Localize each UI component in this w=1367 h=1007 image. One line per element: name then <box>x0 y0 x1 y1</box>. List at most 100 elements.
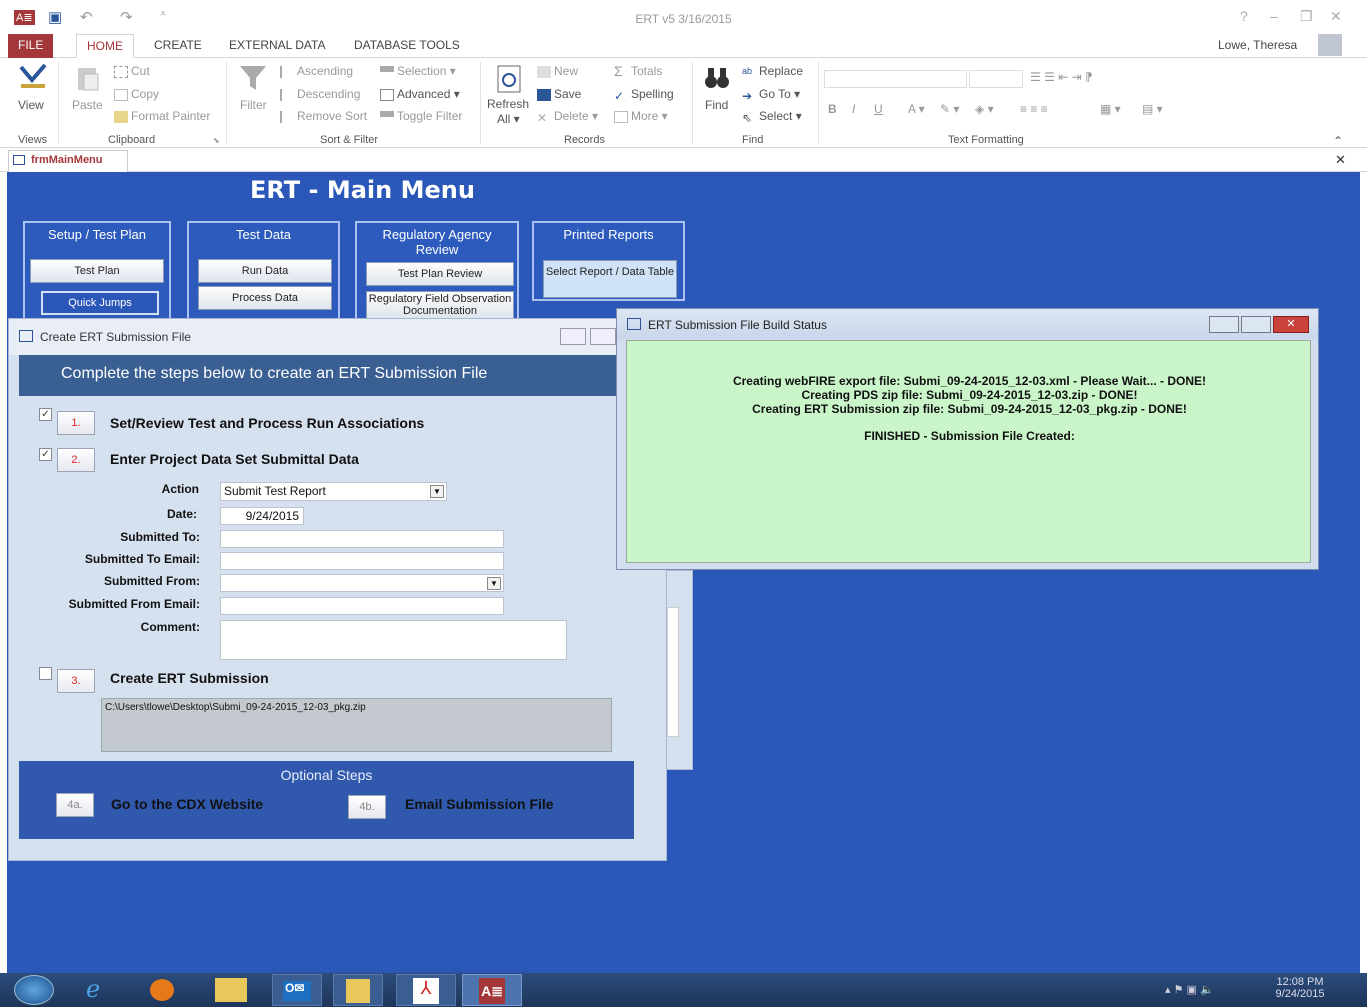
select-report-button[interactable]: Select Report / Data Table <box>543 260 677 298</box>
file-explorer-icon[interactable] <box>215 978 247 1002</box>
start-button-icon[interactable] <box>14 975 54 1005</box>
internet-explorer-icon[interactable]: ℯ <box>86 975 100 1004</box>
step2-checkbox[interactable]: ✓ <box>39 448 52 461</box>
status-line-1: Creating webFIRE export file: Submi_09-2… <box>732 374 1207 388</box>
status-close-icon[interactable]: ✕ <box>1273 316 1309 333</box>
step1-button[interactable]: 1. <box>57 411 95 435</box>
media-player-icon[interactable] <box>150 979 174 1001</box>
outlook-icon: O✉ <box>283 981 311 1001</box>
regulatory-field-observation-button[interactable]: Regulatory Field Observation Documentati… <box>366 291 514 319</box>
document-tab-bar: frmMainMenu ✕ <box>0 148 1367 172</box>
step2-button[interactable]: 2. <box>57 448 95 472</box>
comment-field[interactable] <box>220 620 567 660</box>
font-name-box[interactable] <box>824 70 967 88</box>
tab-home[interactable]: HOME <box>76 34 134 58</box>
descending-button[interactable]: Descending <box>280 87 360 101</box>
tab-database-tools[interactable]: DATABASE TOOLS <box>344 34 470 58</box>
form-icon <box>19 330 33 342</box>
date-field[interactable]: 9/24/2015 <box>220 507 304 525</box>
go-to-button[interactable]: ➔ Go To ▾ <box>742 87 800 103</box>
status-minimize-icon[interactable] <box>1209 316 1239 333</box>
acrobat-icon: ⅄ <box>413 978 439 1004</box>
status-restore-icon[interactable] <box>1241 316 1271 333</box>
paste-button[interactable]: Paste <box>72 98 103 112</box>
group-sort-filter-label: Sort & Filter <box>320 134 379 146</box>
delete-record-button[interactable]: ✕ Delete ▾ <box>537 109 598 125</box>
submitted-to-email-field[interactable] <box>220 552 504 570</box>
submitted-from-email-field[interactable] <box>220 597 504 615</box>
submitted-to-field[interactable] <box>220 530 504 548</box>
step4b-button[interactable]: 4b. <box>348 795 386 819</box>
dialog-restore-icon[interactable] <box>590 328 616 345</box>
fill-color-icon[interactable]: ◈ ▾ <box>975 102 994 116</box>
access-taskbar-button[interactable]: A≣ <box>462 974 522 1006</box>
format-painter-button[interactable]: Format Painter <box>114 109 210 123</box>
more-button[interactable]: More ▾ <box>614 109 668 123</box>
bold-icon[interactable]: B <box>828 102 837 116</box>
clipboard-launcher-icon[interactable]: ⬊ <box>213 136 220 145</box>
step3-button[interactable]: 3. <box>57 669 95 693</box>
tray-icons[interactable]: ▴ ⚑ ▣ 🔈 <box>1165 983 1214 996</box>
submitted-from-select[interactable]: ▼ <box>220 574 504 592</box>
db-taskbar-button[interactable] <box>333 974 383 1006</box>
toggle-filter-button[interactable]: Toggle Filter <box>380 109 462 123</box>
process-data-button[interactable]: Process Data <box>198 286 332 310</box>
test-plan-review-button[interactable]: Test Plan Review <box>366 262 514 286</box>
collapse-ribbon-icon[interactable]: ⌃ <box>1333 134 1343 148</box>
step3-checkbox[interactable] <box>39 667 52 680</box>
advanced-button[interactable]: Advanced ▾ <box>380 87 460 101</box>
tab-create[interactable]: CREATE <box>144 34 212 58</box>
cut-button[interactable]: Cut <box>114 64 150 78</box>
align-icons[interactable]: ≡ ≡ ≡ <box>1020 102 1048 116</box>
restore-icon[interactable]: ❐ <box>1300 8 1313 25</box>
totals-button[interactable]: Σ Totals <box>614 64 662 78</box>
close-form-icon[interactable]: ✕ <box>1335 152 1346 168</box>
tab-file[interactable]: FILE <box>8 34 54 58</box>
view-button[interactable]: View <box>18 98 44 112</box>
italic-icon[interactable]: I <box>852 102 855 116</box>
gridlines-icon[interactable]: ▦ ▾ <box>1100 102 1121 116</box>
find-button[interactable]: Find <box>705 98 728 112</box>
spelling-button[interactable]: ✓ Spelling <box>614 87 674 103</box>
highlight-icon[interactable]: ✎ ▾ <box>940 102 959 116</box>
step4a-button[interactable]: 4a. <box>56 793 94 817</box>
quick-jumps-button[interactable]: Quick Jumps <box>41 291 159 315</box>
panel-setup: Setup / Test Plan Test Plan Quick Jumps <box>23 221 171 321</box>
copy-button[interactable]: Copy <box>114 87 159 101</box>
remove-sort-icon <box>280 110 294 123</box>
save-record-button[interactable]: Save <box>537 87 581 101</box>
replace-button[interactable]: ab Replace <box>742 64 803 78</box>
outlook-taskbar-button[interactable]: O✉ <box>272 974 322 1006</box>
subform-scrollbar[interactable] <box>667 607 679 737</box>
select-button[interactable]: ⇖ Select ▾ <box>742 109 802 125</box>
taskbar-clock[interactable]: 12:08 PM 9/24/2015 <box>1268 976 1332 1000</box>
minimize-icon[interactable]: – <box>1270 8 1278 24</box>
submission-path-field[interactable]: C:\Users\tlowe\Desktop\Submi_09-24-2015_… <box>101 698 612 752</box>
run-data-button[interactable]: Run Data <box>198 259 332 283</box>
new-record-button[interactable]: New <box>537 64 578 78</box>
tab-frmmainmenu[interactable]: frmMainMenu <box>8 150 128 172</box>
test-plan-button[interactable]: Test Plan <box>30 259 164 283</box>
close-icon[interactable]: ✕ <box>1330 8 1342 25</box>
dialog-minimize-icon[interactable] <box>560 328 586 345</box>
filter-button[interactable]: Filter <box>240 98 267 112</box>
selection-button[interactable]: Selection ▾ <box>380 64 456 78</box>
font-size-box[interactable] <box>969 70 1023 88</box>
panel-setup-header: Setup / Test Plan <box>47 227 147 242</box>
refresh-button[interactable]: Refresh <box>487 97 529 111</box>
remove-sort-button[interactable]: Remove Sort <box>280 109 367 123</box>
font-color-icon[interactable]: A ▾ <box>908 102 925 116</box>
step1-checkbox[interactable]: ✓ <box>39 408 52 421</box>
action-select[interactable]: Submit Test Report ▼ <box>220 482 447 501</box>
tab-external-data[interactable]: EXTERNAL DATA <box>219 34 335 58</box>
underline-icon[interactable]: U <box>874 102 883 116</box>
help-icon[interactable]: ? <box>1240 8 1248 24</box>
status-message-area: Creating webFIRE export file: Submi_09-2… <box>626 340 1311 563</box>
submitted-from-email-label: Submitted From Email: <box>68 597 200 611</box>
user-name[interactable]: Lowe, Theresa <box>1208 34 1307 58</box>
user-avatar[interactable] <box>1318 34 1342 56</box>
pdf-taskbar-button[interactable]: ⅄ <box>396 974 456 1006</box>
list-icons[interactable]: ☰ ☰ ⇤ ⇥ ⁋ <box>1030 70 1093 84</box>
ascending-button[interactable]: Ascending <box>280 64 353 78</box>
alt-row-color-icon[interactable]: ▤ ▾ <box>1142 102 1163 116</box>
